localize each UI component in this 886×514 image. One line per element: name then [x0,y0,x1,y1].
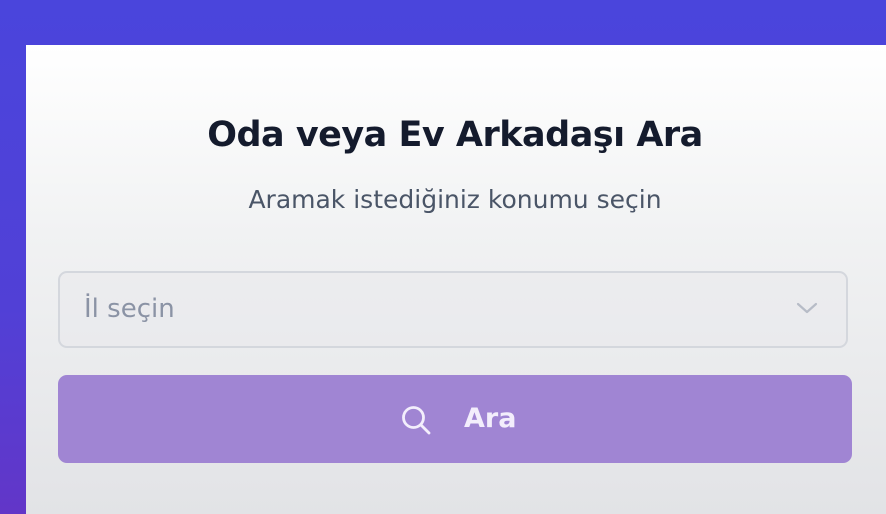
search-card: Oda veya Ev Arkadaşı Ara Aramak istediği… [26,45,886,514]
chevron-down-icon [796,302,818,314]
city-select-placeholder: İl seçin [84,294,175,324]
city-select[interactable]: İl seçin [58,271,848,348]
search-button[interactable]: Ara [58,375,852,463]
page-subtitle: Aramak istediğiniz konumu seçin [248,185,662,214]
search-button-label: Ara [464,403,517,434]
page-title: Oda veya Ev Arkadaşı Ara [207,115,703,155]
search-icon [402,406,431,435]
